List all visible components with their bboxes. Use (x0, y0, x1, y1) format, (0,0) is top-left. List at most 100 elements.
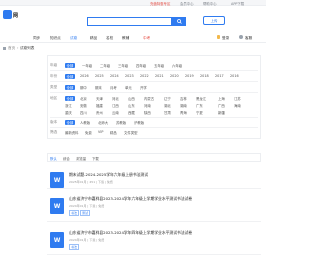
filter-region-option[interactable]: 四川 (80, 110, 87, 115)
filter-region-option[interactable]: 黑龙江 (196, 96, 206, 101)
search-input[interactable] (87, 17, 172, 26)
filter-region-option[interactable]: 辽宁 (164, 96, 171, 101)
filter-edition-option[interactable]: 沪教版 (134, 120, 144, 125)
filter-region-option[interactable]: 山西 (128, 96, 135, 101)
topbar-link-app[interactable]: APP下载 (231, 1, 244, 6)
filter-region-option[interactable]: 内蒙古 (144, 96, 154, 101)
filter-region-option[interactable]: 湖北 (164, 103, 171, 108)
filter-region-option[interactable]: 云南 (112, 110, 119, 115)
filter-type-option[interactable]: 开学 (140, 85, 147, 90)
topbar-link-member[interactable]: 会员中心 (180, 1, 194, 6)
filter-misc-latest[interactable]: 最新资料 (65, 130, 79, 135)
filter-region-option[interactable]: 北京 (80, 96, 87, 101)
filter-year-option[interactable]: 2021 (155, 74, 164, 78)
result-tag[interactable]: 书法 (69, 244, 80, 250)
filter-region-option[interactable]: 陕西 (144, 110, 151, 115)
breadcrumb-home[interactable]: 首页 (8, 46, 15, 50)
topbar-link-promo[interactable]: 充值特惠专区 (150, 1, 170, 6)
filter-region-option[interactable]: 海南 (234, 103, 241, 108)
filter-region-option[interactable]: 河南 (144, 103, 151, 108)
filter-region-option[interactable]: 湖南 (180, 103, 187, 108)
filter-region-option[interactable]: 河北 (112, 96, 119, 101)
sort-views[interactable]: 浏览量 (76, 156, 86, 161)
filter-type-option[interactable]: 单元 (125, 85, 132, 90)
filter-region-option[interactable]: 贵州 (96, 110, 103, 115)
filter-region-option[interactable]: 山东 (128, 103, 135, 108)
filter-year-all[interactable]: 全部 (65, 74, 75, 79)
nav-item-knowledge[interactable]: 知识点 (50, 36, 61, 41)
filter-year-option[interactable]: 2022 (140, 74, 149, 78)
nav-item-premium[interactable]: 精品 (90, 36, 97, 41)
filter-year-option[interactable]: 2016 (230, 74, 239, 78)
filter-region-all[interactable]: 全部 (65, 96, 75, 101)
sort-overall[interactable]: 综合 (63, 156, 70, 161)
filter-region-option[interactable]: 安徽 (80, 103, 87, 108)
filter-region-option[interactable]: 福建 (96, 103, 103, 108)
nav-item-schools[interactable]: 名校 (106, 36, 113, 41)
filter-misc-filetype[interactable]: 文件类型 (124, 130, 138, 135)
sort-downloads[interactable]: 下载 (92, 156, 99, 161)
filter-region-option[interactable]: 吉林 (180, 96, 187, 101)
result-tag[interactable]: 书法 (69, 210, 80, 216)
filter-region-option[interactable]: 重庆 (65, 110, 72, 115)
filter-region-option[interactable]: 江西 (112, 103, 119, 108)
filter-label-grade: 年级 (50, 63, 58, 67)
filter-misc-vip[interactable]: VIP (98, 130, 103, 134)
filter-grade-option[interactable]: 五年级 (154, 63, 164, 68)
search-button[interactable] (172, 17, 186, 26)
filter-region-option[interactable]: 上海 (218, 96, 225, 101)
filter-label-region: 地区 (50, 96, 58, 100)
user-icon[interactable] (239, 35, 243, 39)
upload-button[interactable]: 上传 (203, 16, 225, 25)
filter-type-option[interactable]: 期末 (95, 85, 102, 90)
filter-region-option[interactable]: 广东 (196, 103, 203, 108)
nav-item-aids[interactable]: 教辅 (122, 36, 129, 41)
filter-edition-option[interactable]: 苏教版 (116, 120, 126, 125)
filter-edition-option[interactable]: 人教版 (80, 120, 90, 125)
sort-default[interactable]: 默认 (50, 156, 57, 161)
filter-region-option[interactable]: 甘肃 (164, 110, 171, 115)
filter-region-option[interactable]: 广西 (218, 103, 225, 108)
filter-type-option[interactable]: 期中 (80, 85, 87, 90)
filter-region-option[interactable]: 青海 (180, 110, 187, 115)
filter-grade-option[interactable]: 一年级 (82, 63, 92, 68)
filter-divider (50, 127, 258, 128)
result-title[interactable]: 山东省济宁市嘉祥县2023-2024学年六年级上学期学业水平测试书法试卷 (69, 196, 192, 202)
filter-year-option[interactable]: 2020 (170, 74, 179, 78)
filter-year-option[interactable]: 2019 (185, 74, 194, 78)
nav-login[interactable]: 登录 (222, 36, 229, 41)
filter-type-option[interactable]: 月考 (110, 85, 117, 90)
filter-region-option[interactable]: 宁夏 (196, 110, 203, 115)
filter-label-year: 年份 (50, 74, 58, 78)
filter-year-option[interactable]: 2023 (125, 74, 134, 78)
result-title[interactable]: 山东省济宁市嘉祥县2023-2024学年四年级上学期学业水平测试书法试卷 (69, 230, 192, 236)
filter-misc-free[interactable]: 免费 (85, 130, 92, 135)
nav-item-sync[interactable]: 同步 (33, 36, 40, 41)
filter-grade-option[interactable]: 六年级 (172, 63, 182, 68)
filter-region-option[interactable]: 西藏 (128, 110, 135, 115)
filter-year-option[interactable]: 2018 (200, 74, 209, 78)
filter-region-option[interactable]: 天津 (96, 96, 103, 101)
filter-year-option[interactable]: 2024 (110, 74, 119, 78)
nav-item-exam[interactable]: 试卷 (70, 36, 77, 41)
filter-year-option[interactable]: 2026 (80, 74, 89, 78)
filter-edition-option[interactable]: 北师大 (98, 120, 108, 125)
result-tag[interactable]: 测试 (80, 210, 91, 216)
filter-region-option[interactable]: 江苏 (234, 96, 241, 101)
filter-grade-all[interactable]: 全部 (65, 63, 75, 68)
filter-region-option[interactable]: 新疆 (218, 110, 225, 115)
nav-service[interactable]: 客服 (245, 36, 252, 41)
filter-year-option[interactable]: 2025 (95, 74, 104, 78)
filter-misc-premium[interactable]: 精品 (110, 130, 117, 135)
filter-type-all[interactable]: 全部 (65, 85, 75, 90)
filter-grade-option[interactable]: 四年级 (136, 63, 146, 68)
nav-item-zhongkao[interactable]: 中考 (143, 36, 150, 41)
filter-edition-all[interactable]: 全部 (65, 120, 75, 125)
result-title[interactable]: 期末试题-2024-2025学年六年级上册书法测试 (69, 172, 148, 178)
site-logo[interactable] (3, 10, 12, 19)
filter-grade-option[interactable]: 三年级 (118, 63, 128, 68)
filter-region-option[interactable]: 浙江 (65, 103, 72, 108)
filter-year-option[interactable]: 2017 (215, 74, 224, 78)
filter-grade-option[interactable]: 二年级 (100, 63, 110, 68)
topbar-link-help[interactable]: 帮助中心 (203, 1, 217, 6)
